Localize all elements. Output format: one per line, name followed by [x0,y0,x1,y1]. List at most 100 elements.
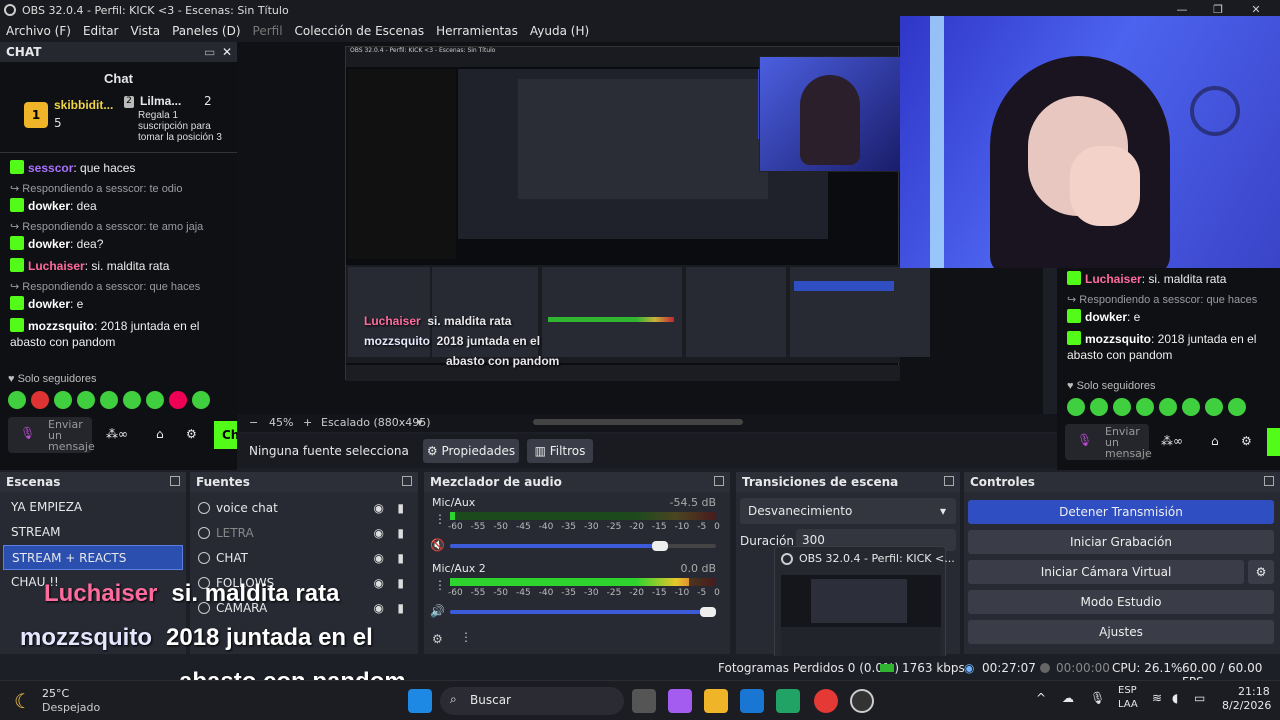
menu-ayuda[interactable]: Ayuda (H) [524,24,595,38]
zoom-out-icon[interactable]: − [249,416,258,429]
visibility-eye-icon[interactable]: ◉ [374,526,384,540]
volume-icon[interactable]: ◖ [1172,691,1178,705]
chat-username[interactable]: Luchaiser [1085,272,1142,286]
menu-perfil[interactable]: Perfil [247,24,289,38]
right-store-icon[interactable]: ⌂ [1211,434,1219,448]
menu-editar[interactable]: Editar [77,24,125,38]
volume-slider[interactable] [450,607,716,617]
chrome-icon[interactable] [814,689,838,713]
onedrive-icon[interactable]: ☁ [1062,691,1074,705]
right-users-icon[interactable]: ⁂∞ [1161,434,1183,448]
right-mic-icon[interactable]: 🎙 [1077,433,1092,447]
file-explorer-icon[interactable] [704,689,728,713]
task-view-icon[interactable] [632,689,656,713]
slider-handle[interactable] [652,541,669,551]
source-item[interactable]: LETRA ◉ ▮ [190,520,418,545]
clock-time[interactable]: 21:18 [1238,685,1270,698]
lock-icon[interactable]: ▮ [397,526,404,540]
lock-icon[interactable]: ▮ [397,501,404,515]
source-item[interactable]: CHAT ◉ ▮ [190,545,418,570]
source-item[interactable]: FOLLOWS ◉ ▮ [190,570,418,595]
weather-icon[interactable]: ☾ [14,689,32,713]
chat-username[interactable]: dowker [28,297,70,311]
settings-icon[interactable]: ⚙ [186,427,197,441]
lang-1[interactable]: ESP [1118,685,1137,696]
channel-menu-icon[interactable]: ⋮ [434,512,446,526]
lang-2[interactable]: LAA [1118,699,1138,710]
menu-coleccion[interactable]: Colección de Escenas [289,24,431,38]
right-chat-input[interactable]: 🎙 Enviar un mensaje [1065,424,1152,460]
emote-bar[interactable] [0,389,237,413]
store-icon[interactable]: ⌂ [156,427,164,441]
mixer-menu-icon[interactable]: ⋮ [460,630,472,644]
chat-username[interactable]: sesscor [28,161,73,175]
visibility-eye-icon[interactable]: ◉ [374,601,384,615]
menu-vista[interactable]: Vista [124,24,166,38]
sources-popout-icon[interactable] [402,476,412,486]
users-icon[interactable]: ⁂∞ [106,427,128,441]
zoom-in-icon[interactable]: + [303,416,312,429]
source-item[interactable]: CAMARA ◉ ▮ [190,595,418,620]
lock-icon[interactable]: ▮ [397,551,404,565]
scene-item[interactable]: CHAU !! [3,570,183,595]
popout-icon[interactable]: ▭ [204,45,215,59]
mute-icon[interactable]: 🔇 [430,538,445,552]
obs-taskbar-icon[interactable] [850,689,874,713]
volume-slider[interactable] [450,541,716,551]
right-emote-bar[interactable] [1057,396,1280,420]
start-recording-button[interactable]: Iniciar Grabación [968,530,1274,554]
copilot-icon[interactable] [668,689,692,713]
close-dock-icon[interactable]: ✕ [222,45,232,59]
chat-username[interactable]: dowker [28,237,70,251]
chat-username[interactable]: mozzsquito [1085,332,1151,346]
wifi-icon[interactable]: ≋ [1152,691,1162,705]
menu-herramientas[interactable]: Herramientas [430,24,524,38]
tray-chevron-icon[interactable]: ^ [1036,691,1046,705]
taskbar-thumbnail[interactable]: OBS 32.0.4 - Perfil: KICK <... [774,546,955,664]
menu-archivo[interactable]: Archivo (F) [0,24,77,38]
properties-button[interactable]: ⚙ Propiedades [423,439,519,463]
lock-icon[interactable]: ▮ [397,576,404,590]
scene-item[interactable]: STREAM [3,520,183,545]
chat-username[interactable]: dowker [1085,310,1127,324]
filters-button[interactable]: ▥ Filtros [527,439,593,463]
visibility-eye-icon[interactable]: ◉ [374,501,384,515]
settings-button[interactable]: Ajustes [968,620,1274,644]
source-item[interactable]: voice chat ◉ ▮ [190,495,418,520]
chat-username[interactable]: mozzsquito [28,319,94,333]
scale-label[interactable]: Escalado (880x495) [321,416,431,429]
visibility-eye-icon[interactable]: ◉ [374,576,384,590]
chat-send-button[interactable]: Ch [214,421,237,449]
chat-input[interactable]: 🎙 Enviar un mensaje [8,417,95,453]
scene-item[interactable]: STREAM + REACTS [3,545,183,570]
scene-item[interactable]: YA EMPIEZA [3,495,183,520]
speaker-icon[interactable]: 🔊 [430,604,445,618]
studio-mode-button[interactable]: Modo Estudio [968,590,1274,614]
right-chat-send-button[interactable] [1267,428,1280,456]
transitions-popout-icon[interactable] [944,476,954,486]
start-virtual-cam-button[interactable]: Iniciar Cámara Virtual [968,560,1244,584]
visibility-eye-icon[interactable]: ◉ [374,551,384,565]
chat-username[interactable]: Luchaiser [28,259,85,273]
channel-menu-icon[interactable]: ⋮ [434,578,446,592]
clock-date[interactable]: 8/2/2026 [1222,699,1271,712]
virtual-cam-settings-icon[interactable]: ⚙ [1248,560,1274,584]
preview-scrollbar[interactable] [533,419,743,425]
ms-store-icon[interactable] [740,689,764,713]
slider-handle[interactable] [700,607,716,617]
scale-dropdown-icon[interactable]: ▾ [417,416,423,429]
battery-icon[interactable]: ▭ [1194,691,1205,705]
mic-icon[interactable]: 🎙 [20,426,35,440]
windows-start-icon[interactable] [408,689,432,713]
mixer-settings-icon[interactable]: ⚙ [432,632,443,646]
stop-stream-button[interactable]: Detener Transmisión [968,500,1274,524]
chat-username[interactable]: dowker [28,199,70,213]
controls-popout-icon[interactable] [1264,476,1274,486]
mixer-popout-icon[interactable] [714,476,724,486]
transition-select[interactable]: Desvanecimiento ▾ [740,498,956,524]
excel-icon[interactable] [776,689,800,713]
mic-tray-icon[interactable]: 🎙 [1090,691,1105,705]
menu-paneles[interactable]: Paneles (D) [166,24,246,38]
lock-icon[interactable]: ▮ [397,601,404,615]
scenes-popout-icon[interactable] [170,476,180,486]
